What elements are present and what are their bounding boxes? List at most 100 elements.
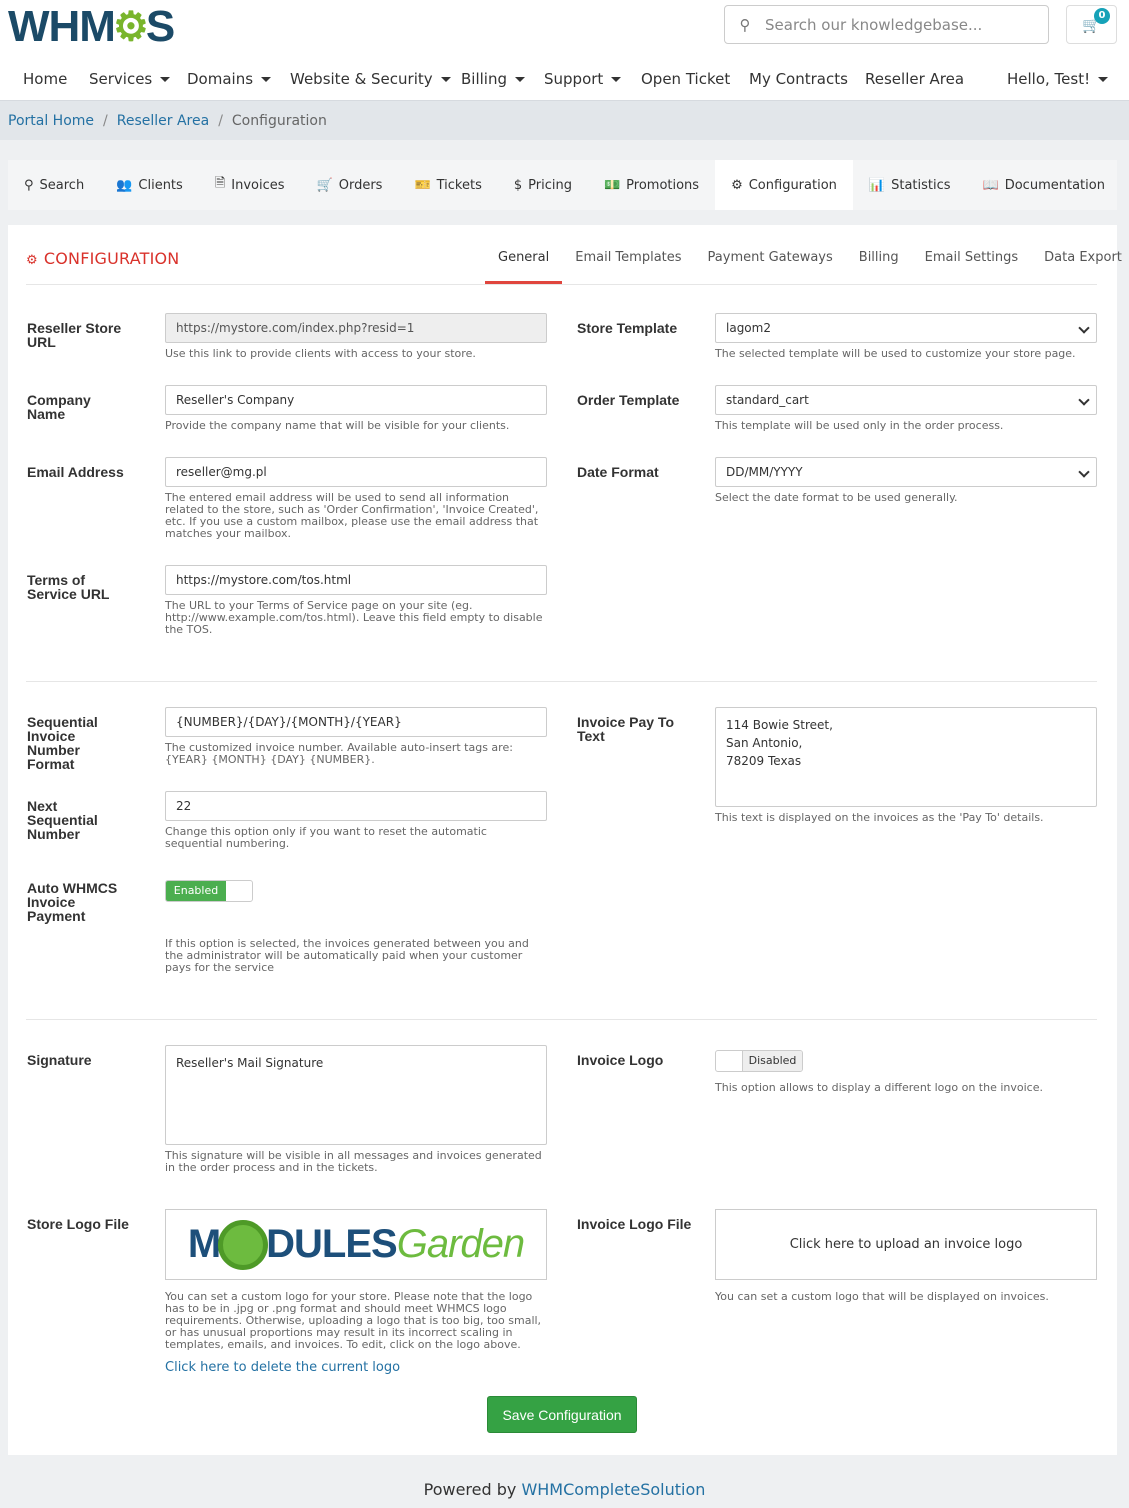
tab-documentation-label: Documentation [1004,177,1105,193]
order-template-label: Order Template [577,392,680,408]
tab-documentation[interactable]: 📖 Documentation [967,160,1121,210]
caret-down-icon [611,77,622,82]
breadcrumb-separator: / [103,112,108,129]
book-icon: 📖 [982,177,999,193]
subtab-email-settings[interactable]: Email Settings [912,242,1032,284]
nav-reseller-area[interactable]: Reseller Area [865,70,964,88]
tab-statistics[interactable]: 📊 Statistics [853,160,967,210]
toggle-on-state: Enabled [166,881,226,901]
tab-promotions[interactable]: 💵 Promotions [588,160,715,210]
gear-icon: ⚙ [112,5,149,49]
tab-tickets-label: Tickets [436,177,482,193]
tab-pricing[interactable]: $ Pricing [498,160,588,210]
toggle-off-state: Disabled [742,1051,802,1071]
site-header: WHM⚙S ⚲ 🛒 0 Home Services Domains Websit… [0,0,1129,100]
tab-tickets[interactable]: 🎫 Tickets [398,160,497,210]
seq-format-label: Sequential Invoice Number Format [27,714,98,772]
tab-statistics-label: Statistics [891,177,951,193]
save-configuration-button[interactable]: Save Configuration [487,1396,637,1433]
pay-to-label: Invoice Pay To Text [577,714,674,744]
store-template-select[interactable]: lagom2 [715,313,1097,343]
pay-to-textarea[interactable]: 114 Bowie Street, San Antonio, 78209 Tex… [715,707,1097,807]
caret-down-icon [261,77,272,82]
seq-format-field[interactable]: {NUMBER}/{DAY}/{MONTH}/{YEAR} [165,707,547,737]
next-seq-help: Change this option only if you want to r… [165,825,487,850]
search-input[interactable] [765,15,1035,34]
logo-letters-dules: DULES [266,1222,398,1266]
breadcrumb-reseller-area[interactable]: Reseller Area [117,113,209,129]
signature-label: Signature [27,1052,92,1068]
caret-down-icon [1098,77,1109,82]
date-format-select[interactable]: DD/MM/YYYY [715,457,1097,487]
whmcs-logo[interactable]: WHM ⚙ S [8,2,175,51]
subtab-payment-gateways[interactable]: Payment Gateways [695,242,846,284]
caret-down-icon [440,77,451,82]
nav-user-label: Hello, Test! [1007,70,1091,88]
delete-logo-link[interactable]: Click here to delete the current logo [165,1360,400,1375]
tab-configuration-label: Configuration [748,177,837,193]
nav-website-security[interactable]: Website & Security [290,70,451,88]
nav-support-label: Support [544,70,604,88]
subtab-general[interactable]: General [485,242,563,284]
tab-search-label: Search [39,177,85,193]
nav-services-label: Services [89,70,153,88]
email-address-label: Email Address [27,464,124,480]
ticket-icon: 🎫 [414,177,431,193]
tab-search[interactable]: ⚲ Search [8,160,100,210]
subtab-billing[interactable]: Billing [846,242,912,284]
signature-textarea[interactable]: Reseller's Mail Signature [165,1045,547,1145]
subtab-email-templates[interactable]: Email Templates [562,242,694,284]
footer-link[interactable]: WHMCompleteSolution [521,1480,705,1499]
invoice-logo-toggle[interactable]: Disabled [715,1050,803,1072]
store-logo-preview[interactable]: M DULES Garden [165,1209,547,1280]
logo-letter-m: M [187,1222,221,1266]
next-seq-field[interactable]: 22 [165,791,547,821]
store-template-label: Store Template [577,320,678,336]
nav-home[interactable]: Home [23,70,67,88]
dollar-icon: $ [513,177,523,193]
store-url-field[interactable]: https://mystore.com/index.php?resid=1 [165,313,547,343]
tos-url-help: The URL to your Terms of Service page on… [165,599,543,636]
tab-clients[interactable]: 👥 Clients [100,160,199,210]
nav-support[interactable]: Support [544,70,622,88]
breadcrumb-portal-home[interactable]: Portal Home [8,113,94,129]
nav-website-security-label: Website & Security [290,70,433,88]
subtab-data-export[interactable]: Data Export [1031,242,1129,284]
nav-domains[interactable]: Domains [187,70,272,88]
company-name-field[interactable]: Reseller's Company [165,385,547,415]
tab-configuration[interactable]: ⚙ Configuration [715,160,853,210]
company-name-label: Company Name [27,392,91,422]
nav-user-menu[interactable]: Hello, Test! [1007,70,1109,88]
tab-pricing-label: Pricing [528,177,572,193]
caret-down-icon [160,77,171,82]
main-navigation: Home Services Domains Website & Security… [0,62,1129,98]
breadcrumb-separator: / [218,112,223,129]
invoice-logo-upload[interactable]: Click here to upload an invoice logo [715,1209,1097,1280]
tab-invoices[interactable]: 🗎 Invoices [199,160,301,210]
tos-url-field[interactable]: https://mystore.com/tos.html [165,565,547,595]
bar-chart-icon: 📊 [868,177,886,193]
company-name-help: Provide the company name that will be vi… [165,419,510,432]
file-icon: 🗎 [214,176,226,191]
nav-my-contracts[interactable]: My Contracts [749,70,848,88]
tab-orders[interactable]: 🛒 Orders [301,160,399,210]
order-template-select[interactable]: standard_cart [715,385,1097,415]
knowledgebase-search: ⚲ [724,5,1049,44]
store-template-help: The selected template will be used to cu… [715,347,1076,360]
nav-services[interactable]: Services [89,70,171,88]
invoice-logo-file-label: Invoice Logo File [577,1216,692,1232]
invoice-logo-help: This option allows to display a differen… [715,1081,1043,1094]
nav-open-ticket[interactable]: Open Ticket [641,70,730,88]
auto-payment-label: Auto WHMCS Invoice Payment [27,880,118,924]
tab-clients-label: Clients [138,177,183,193]
email-address-field[interactable]: reseller@mg.pl [165,457,547,487]
nav-billing[interactable]: Billing [461,70,525,88]
cart-button[interactable]: 🛒 [1066,5,1117,44]
panel-title: ⚙ CONFIGURATION [26,249,179,268]
next-seq-label: Next Sequential Number [27,798,98,842]
cart-count-badge: 0 [1094,8,1110,24]
store-logo-label: Store Logo File [27,1216,129,1232]
auto-payment-toggle[interactable]: Enabled [165,880,253,902]
logo-text-right: S [145,2,175,51]
divider [26,284,1097,285]
